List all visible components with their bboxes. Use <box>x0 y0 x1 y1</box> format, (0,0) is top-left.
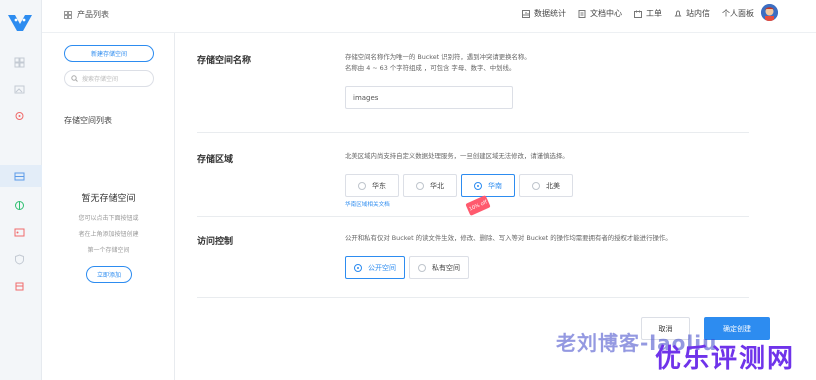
radio-dot <box>418 263 426 272</box>
nav-docs[interactable]: 文档中心 <box>578 8 622 19</box>
pin-icon[interactable] <box>13 110 26 123</box>
radio-dot <box>354 263 362 272</box>
bucket-name-input[interactable]: images <box>345 86 513 109</box>
chart-icon <box>522 9 530 18</box>
create-bucket-form: 存储空间名称 存储空间名称作为唯一的 Bucket 识别符，遇到冲突请更换名称。… <box>175 33 816 380</box>
avatar[interactable] <box>761 4 778 21</box>
image-icon[interactable] <box>13 83 26 96</box>
access-desc: 公开和私有仅对 Bucket 的读文件生效，修改、删除、写入等对 Bucket … <box>345 234 672 242</box>
region-option-na[interactable]: 北美 <box>519 174 573 197</box>
shield-icon[interactable] <box>13 253 26 266</box>
region-option-east[interactable]: 华东 <box>345 174 399 197</box>
add-now-button[interactable]: 立即添加 <box>86 266 132 283</box>
media-icon[interactable] <box>13 226 26 239</box>
bucket-list-title: 存储空间列表 <box>64 116 112 125</box>
region-options: 华东 华北 华南 北美 <box>345 174 573 197</box>
doc-icon <box>578 9 586 18</box>
region-option-label: 北美 <box>546 181 560 190</box>
nav-messages[interactable]: 站内信 <box>674 8 710 19</box>
section-divider <box>197 297 749 298</box>
access-option-public[interactable]: 公开空间 <box>345 256 405 279</box>
bell-icon <box>674 9 682 16</box>
icon-rail <box>0 0 42 380</box>
access-option-label: 公开空间 <box>368 263 396 272</box>
access-option-label: 私有空间 <box>432 263 460 272</box>
access-options: 公开空间 私有空间 <box>345 256 469 279</box>
radio-dot <box>358 181 366 190</box>
logo-icon[interactable] <box>5 11 35 33</box>
search-icon <box>71 75 78 82</box>
radio-dot <box>474 181 482 190</box>
section-divider <box>197 216 749 217</box>
region-doc-link[interactable]: 华南区域相关文档 <box>345 200 390 208</box>
empty-state-line: 第一个存储空间 <box>87 247 130 254</box>
nav-profile-label: 个人面板 <box>722 9 754 18</box>
nav-stats[interactable]: 数据统计 <box>522 8 566 19</box>
grid-small-icon <box>64 10 72 19</box>
search-input[interactable]: 搜索存储空间 <box>64 70 154 87</box>
cdn-icon[interactable] <box>13 199 26 212</box>
watermark-brand: 优乐评测网 <box>655 344 796 374</box>
section-divider <box>197 132 749 133</box>
region-label: 存储区域 <box>197 155 234 165</box>
nav-messages-label: 站内信 <box>686 9 710 18</box>
new-bucket-button[interactable]: 新建存储空间 <box>64 45 154 62</box>
nav-profile[interactable]: 个人面板 <box>722 8 754 19</box>
ticket-icon <box>634 10 642 18</box>
bucket-name-desc: 存储空间名称作为唯一的 Bucket 识别符，遇到冲突请更换名称。 名称由 4 … <box>345 52 531 74</box>
storage-icon[interactable] <box>13 170 26 183</box>
access-label: 访问控制 <box>197 237 234 247</box>
top-nav: 数据统计 文档中心 工单 站内信 个人面板 <box>510 8 754 19</box>
bucket-list-panel: 新建存储空间 搜索存储空间 存储空间列表 暂无存储空间 您可以点击下面按钮或 者… <box>42 33 175 380</box>
nav-tickets[interactable]: 工单 <box>634 8 662 19</box>
breadcrumb[interactable]: 产品列表 <box>64 9 109 20</box>
box-icon[interactable] <box>13 280 26 293</box>
empty-state-line: 您可以点击下面按钮或 <box>78 215 139 222</box>
region-option-label: 华南 <box>488 181 502 190</box>
region-option-north[interactable]: 华北 <box>403 174 457 197</box>
radio-dot <box>532 181 540 190</box>
bucket-name-label: 存储空间名称 <box>197 56 252 66</box>
region-desc: 北美区域内尚支持自定义数据处理服务，一旦创建区域无法修改，请谨慎选择。 <box>345 152 569 160</box>
nav-tickets-label: 工单 <box>646 9 662 18</box>
breadcrumb-label: 产品列表 <box>77 10 109 19</box>
empty-state-line: 者在上角添加按钮创建 <box>78 231 139 238</box>
grid-icon[interactable] <box>13 56 26 69</box>
top-bar: 产品列表 数据统计 文档中心 工单 站内信 个人面板 <box>42 0 816 33</box>
region-option-south[interactable]: 华南 <box>461 174 515 197</box>
bucket-name-desc-line: 名称由 4 ~ 63 个字符组成 ，可包含 字母、数字、中划线。 <box>345 64 516 72</box>
region-option-label: 华东 <box>372 181 386 190</box>
avatar-icon <box>761 4 778 21</box>
discount-tag: 10% off <box>465 195 491 216</box>
nav-docs-label: 文档中心 <box>590 9 622 18</box>
region-option-label: 华北 <box>430 181 444 190</box>
radio-dot <box>416 181 424 190</box>
bucket-name-desc-line: 存储空间名称作为唯一的 Bucket 识别符，遇到冲突请更换名称。 <box>345 53 531 61</box>
empty-state-title: 暂无存储空间 <box>81 194 136 204</box>
access-option-private[interactable]: 私有空间 <box>409 256 469 279</box>
search-placeholder: 搜索存储空间 <box>82 76 119 83</box>
nav-stats-label: 数据统计 <box>534 9 566 18</box>
